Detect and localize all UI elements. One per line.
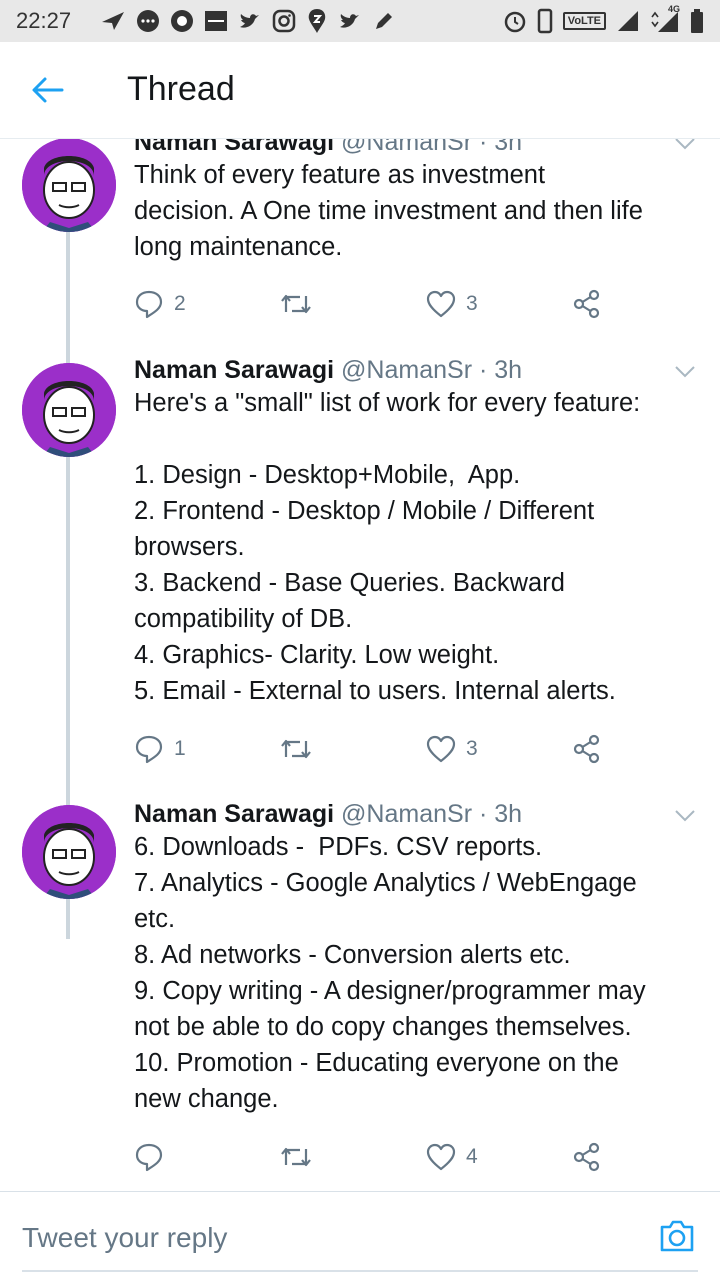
author-handle[interactable]: @NamanSr	[341, 356, 472, 384]
chevron-down-icon[interactable]	[674, 139, 696, 151]
thread-header: Thread	[0, 42, 720, 139]
zomato-icon	[204, 9, 228, 33]
battery-icon	[690, 8, 704, 34]
retweet-button[interactable]	[280, 729, 312, 769]
share-icon	[573, 734, 600, 764]
tweet[interactable]: Naman Sarawagi @NamanSr · 3h Here's a "s…	[0, 355, 720, 800]
separator-dot: ·	[478, 139, 488, 156]
status-time: 22:27	[16, 8, 72, 33]
twitter-icon	[238, 10, 262, 32]
share-icon	[573, 1142, 600, 1172]
avatar[interactable]	[22, 805, 116, 899]
tweet-content: Naman Sarawagi @NamanSr · 3h Here's a "s…	[134, 355, 704, 709]
reply-button[interactable]: 2	[134, 284, 186, 324]
reply-icon	[135, 1143, 163, 1172]
reply-count: 1	[174, 737, 186, 760]
like-count: 3	[466, 737, 478, 760]
circle-app-icon	[170, 9, 194, 33]
reply-icon	[135, 290, 163, 319]
signal-icon	[616, 9, 640, 33]
reply-count: 2	[174, 292, 186, 315]
heart-icon	[426, 290, 456, 318]
thread-list[interactable]: Naman Sarawagi @NamanSr · 3h Think of ev…	[0, 139, 720, 1191]
avatar[interactable]	[22, 139, 116, 232]
messages-icon	[136, 9, 160, 33]
reply-input-underline	[22, 1270, 698, 1272]
alarm-icon	[503, 9, 527, 33]
separator-dot: ·	[478, 356, 488, 384]
phone-outline-icon	[537, 8, 553, 34]
tweet-actions: 4	[134, 1137, 614, 1177]
heart-icon	[426, 735, 456, 763]
tweet-time: 3h	[494, 356, 523, 384]
tweet[interactable]: Naman Sarawagi @NamanSr · 3h 6. Download…	[0, 799, 720, 1191]
author-name[interactable]: Naman Sarawagi	[134, 800, 334, 828]
retweet-button[interactable]	[280, 284, 312, 324]
author-name[interactable]: Naman Sarawagi	[134, 356, 334, 384]
reply-icon	[135, 735, 163, 764]
tweet-time: 3h	[494, 139, 523, 156]
share-button[interactable]	[572, 729, 602, 769]
chevron-down-icon[interactable]	[674, 365, 696, 379]
tweet-actions: 2 3	[134, 284, 614, 324]
share-icon	[573, 289, 600, 319]
reply-button[interactable]	[134, 1137, 174, 1177]
reply-input[interactable]: Tweet your reply	[22, 1222, 227, 1254]
tweet-actions: 1 3	[134, 729, 614, 769]
tweet-header: Naman Sarawagi @NamanSr · 3h	[134, 139, 704, 157]
reply-button[interactable]: 1	[134, 729, 186, 769]
separator-dot: ·	[478, 800, 488, 828]
signal-4g-icon: 4G	[650, 4, 680, 34]
retweet-icon	[281, 294, 311, 314]
like-button[interactable]: 3	[426, 284, 478, 324]
tweet[interactable]: Naman Sarawagi @NamanSr · 3h Think of ev…	[0, 139, 720, 342]
tweet-time: 3h	[494, 800, 523, 828]
like-count: 4	[466, 1145, 478, 1168]
volte-badge: VoLTE	[562, 12, 606, 30]
author-handle[interactable]: @NamanSr	[341, 139, 472, 156]
retweet-icon	[281, 1147, 311, 1167]
author-name[interactable]: Naman Sarawagi	[134, 139, 334, 156]
heart-icon	[426, 1143, 456, 1171]
tweet-header: Naman Sarawagi @NamanSr · 3h	[134, 355, 704, 385]
page-title: Thread	[127, 70, 235, 108]
chevron-down-icon[interactable]	[674, 809, 696, 823]
notification-icons	[100, 6, 396, 36]
author-handle[interactable]: @NamanSr	[341, 800, 472, 828]
retweet-button[interactable]	[280, 1137, 312, 1177]
instagram-icon	[272, 9, 296, 33]
arrow-left-icon	[32, 77, 64, 103]
like-button[interactable]: 4	[426, 1137, 478, 1177]
back-button[interactable]	[30, 74, 66, 106]
tweet-text: Here's a "small" list of work for every …	[134, 389, 641, 705]
network-type-label: 4G	[667, 4, 680, 14]
avatar[interactable]	[22, 363, 116, 457]
like-button[interactable]: 3	[426, 729, 478, 769]
share-button[interactable]	[572, 284, 602, 324]
send-icon	[100, 10, 126, 32]
retweet-icon	[281, 739, 311, 759]
pen-icon	[372, 9, 396, 33]
system-icons: VoLTE 4G	[503, 4, 704, 36]
tweet-text: Think of every feature as investment dec…	[134, 161, 643, 261]
like-count: 3	[466, 292, 478, 315]
camera-icon	[660, 1220, 694, 1252]
status-bar: 22:27 VoLTE 4G	[0, 0, 720, 42]
swiggy-icon	[306, 8, 328, 34]
tweet-text: 6. Downloads - PDFs. CSV reports. 7. Ana…	[134, 833, 646, 1113]
twitter-icon	[338, 10, 362, 32]
tweet-content: Naman Sarawagi @NamanSr · 3h 6. Download…	[134, 799, 704, 1117]
tweet-header: Naman Sarawagi @NamanSr · 3h	[134, 799, 704, 829]
camera-button[interactable]	[658, 1218, 696, 1254]
tweet-content: Naman Sarawagi @NamanSr · 3h Think of ev…	[134, 139, 704, 265]
reply-bar: Tweet your reply	[0, 1191, 720, 1281]
share-button[interactable]	[572, 1137, 602, 1177]
